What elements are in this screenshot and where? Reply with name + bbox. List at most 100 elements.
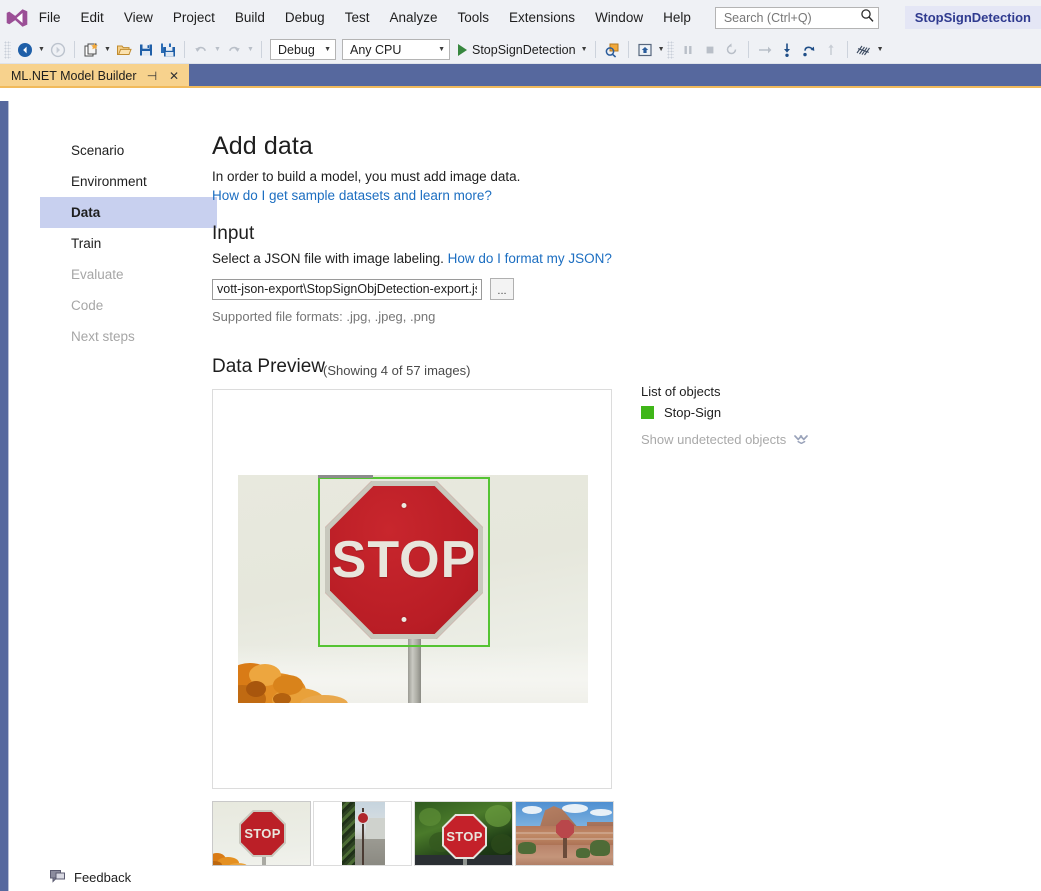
thumbnail-item[interactable]: STOP [414,801,513,866]
window-left-border [0,101,8,891]
menu-build[interactable]: Build [226,6,274,29]
thumbnail-strip: STOP [212,801,614,866]
solution-platform-combo[interactable]: Any CPU ▼ [342,39,450,60]
attach-to-process-icon[interactable] [601,39,623,61]
menu-view[interactable]: View [115,6,162,29]
document-tab-well: ML.NET Model Builder ⊣ ✕ [0,64,1041,88]
step-into-icon[interactable] [776,39,798,61]
live-share-icon[interactable] [634,39,656,61]
thumb4-bush [576,848,590,858]
pin-icon[interactable]: ⊣ [146,68,159,84]
close-icon[interactable]: ✕ [168,68,181,84]
redo-icon[interactable] [223,39,245,61]
show-next-statement-icon[interactable] [820,39,842,61]
sidebar-item-label: Environment [71,174,147,189]
preview-image[interactable]: STOP Stop-Sign [238,475,588,703]
thumb3-leaf [491,834,513,854]
intellitrace-dropdown-icon[interactable]: ▼ [875,39,886,61]
menu-extensions[interactable]: Extensions [500,6,584,29]
sidebar-item-code: Code [40,290,217,321]
undo-icon[interactable] [190,39,212,61]
thumbnail-item[interactable]: STOP [212,801,311,866]
objects-panel-title: List of objects [641,384,851,399]
feedback-link[interactable]: Feedback [50,869,131,886]
chevron-down-icon: ▼ [324,46,331,53]
sidebar-item-environment[interactable]: Environment [40,166,217,197]
show-undetected-label: Show undetected objects [641,432,786,447]
input-heading: Input [212,223,254,245]
double-chevron-down-icon [794,434,808,446]
new-item-icon[interactable] [80,39,102,61]
navigate-backward-dropdown-icon[interactable]: ▼ [36,39,47,61]
menu-test[interactable]: Test [336,6,379,29]
toolbar-separator [628,41,629,58]
thumb3-stop-sign: STOP [442,814,487,859]
menu-project[interactable]: Project [164,6,224,29]
intellitrace-icon[interactable] [853,39,875,61]
sidebar-item-label: Next steps [71,329,135,344]
sidebar-item-label: Data [71,205,100,220]
menu-analyze[interactable]: Analyze [380,6,446,29]
thumb3-octagon: STOP [442,814,487,859]
sidebar-item-evaluate: Evaluate [40,259,217,290]
open-file-icon[interactable] [113,39,135,61]
menu-window[interactable]: Window [586,6,652,29]
sidebar-item-scenario[interactable]: Scenario [40,135,217,166]
sidebar-item-train[interactable]: Train [40,228,217,259]
thumb2-stop-sign [357,812,369,824]
sidebar-item-data[interactable]: Data [40,197,217,228]
sample-datasets-link[interactable]: How do I get sample datasets and learn m… [212,188,492,203]
thumbnail-item[interactable] [313,801,412,866]
undo-dropdown-icon[interactable]: ▼ [212,39,223,61]
thumb2-road [355,839,385,865]
step-over-icon[interactable] [754,39,776,61]
navigate-backward-icon[interactable] [14,39,36,61]
bounding-box[interactable]: Stop-Sign [318,477,490,647]
restart-icon[interactable] [721,39,743,61]
start-debugging-dropdown-icon[interactable]: ▼ [579,39,590,61]
menu-help[interactable]: Help [654,6,700,29]
thumb2-hedge [342,802,355,865]
save-all-icon[interactable] [157,39,179,61]
toolbar-separator [595,41,596,58]
navigate-forward-icon[interactable] [47,39,69,61]
menu-file[interactable]: File [30,6,70,29]
solution-platform-value: Any CPU [350,43,401,57]
thumbnail-item[interactable] [515,801,614,866]
thumb1-octagon: STOP [239,810,286,857]
object-color-swatch [641,406,654,419]
toolbar-separator [74,41,75,58]
live-share-dropdown-icon[interactable]: ▼ [656,39,667,61]
thumb4-stop-sign [556,820,574,838]
stop-icon[interactable] [699,39,721,61]
step-out-icon[interactable] [798,39,820,61]
supported-formats-text: Supported file formats: .jpg, .jpeg, .pn… [212,309,435,324]
redo-dropdown-icon[interactable]: ▼ [245,39,256,61]
new-item-dropdown-icon[interactable]: ▼ [102,39,113,61]
menu-edit[interactable]: Edit [72,6,113,29]
thumb4-octagon [556,820,574,838]
data-preview-heading: Data Preview [212,356,325,378]
menu-debug[interactable]: Debug [276,6,334,29]
start-debugging-button[interactable]: StopSignDetection [453,39,579,61]
search-input[interactable] [722,10,860,26]
debug-toolbar-grip[interactable] [667,41,674,59]
show-undetected-objects-toggle[interactable]: Show undetected objects [641,432,851,447]
object-list-item[interactable]: Stop-Sign [641,405,851,420]
toolbar-grip[interactable] [4,41,11,59]
json-format-link[interactable]: How do I format my JSON? [448,251,612,266]
menu-tools[interactable]: Tools [449,6,499,29]
search-box[interactable] [715,7,879,29]
toolbar-separator [748,41,749,58]
pause-icon[interactable] [677,39,699,61]
preview-image-count: (Showing 4 of 57 images) [323,363,470,378]
save-icon[interactable] [135,39,157,61]
browse-button[interactable]: ... [490,278,514,300]
thumb4-cloud [522,806,542,814]
sidebar-item-label: Train [71,236,101,251]
solution-configuration-combo[interactable]: Debug ▼ [270,39,336,60]
json-path-input[interactable] [212,279,482,300]
input-instruction-row: Select a JSON file with image labeling. … [212,251,612,266]
thumb1-stop-text: STOP [244,826,280,841]
tab-ml-net-model-builder[interactable]: ML.NET Model Builder ⊣ ✕ [0,64,189,88]
